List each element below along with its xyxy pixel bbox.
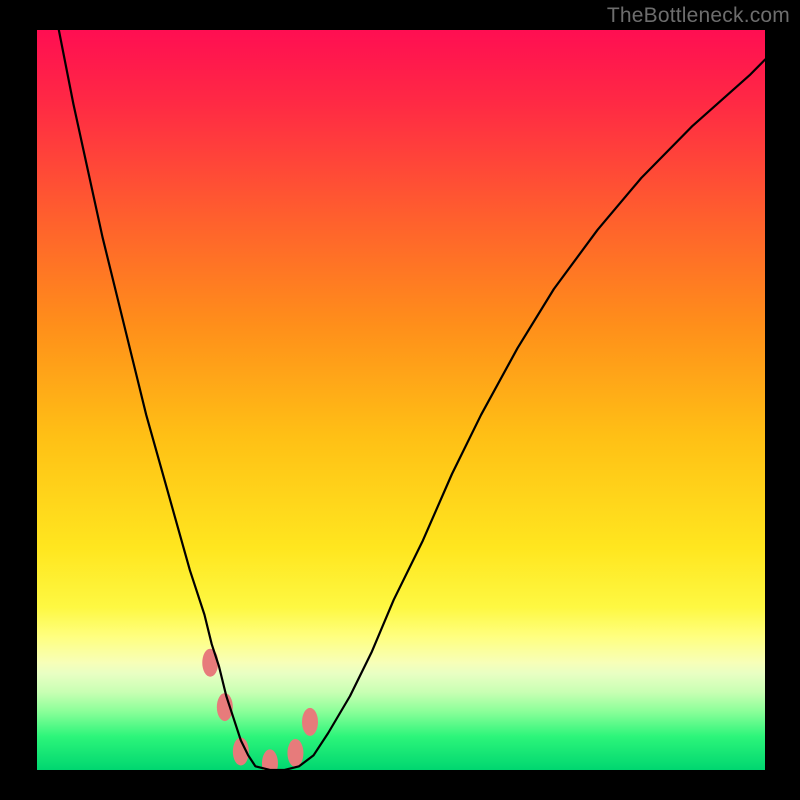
watermark-text: TheBottleneck.com [607, 4, 790, 28]
highlight-marker [287, 739, 303, 767]
highlight-marker [302, 708, 318, 736]
gradient-background [37, 30, 765, 770]
highlight-marker [202, 649, 218, 677]
plot-area [37, 30, 765, 770]
